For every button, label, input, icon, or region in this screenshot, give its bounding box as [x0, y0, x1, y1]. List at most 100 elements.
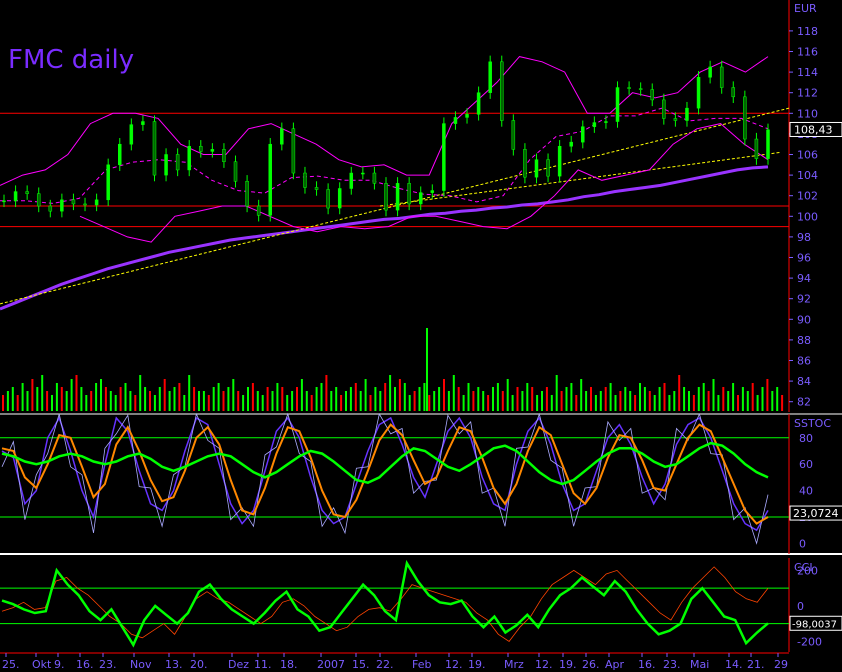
- volume-bar: [467, 383, 470, 411]
- volume-bar: [139, 375, 142, 411]
- volume-bar: [521, 391, 524, 411]
- candle-body: [256, 205, 261, 216]
- volume-bar: [496, 383, 499, 411]
- x-tick-label: 2007: [317, 658, 345, 671]
- price-tick-label: 112: [797, 87, 818, 100]
- volume-bar: [658, 387, 661, 411]
- volume-bar: [193, 387, 196, 411]
- candle-body: [766, 129, 770, 159]
- volume-bar: [134, 395, 137, 411]
- volume-bar: [158, 387, 161, 411]
- candle-body: [673, 118, 678, 121]
- candle-body: [638, 88, 643, 90]
- volume-bar: [516, 387, 519, 411]
- candle-body: [592, 122, 597, 127]
- volume-bar: [109, 391, 112, 411]
- volume-bar: [580, 379, 583, 411]
- x-tick-label: Mai: [690, 658, 709, 671]
- volume-bar: [26, 391, 29, 411]
- candle-body: [199, 146, 203, 152]
- volume-bar: [212, 387, 215, 411]
- volume-bar: [129, 391, 132, 411]
- candle-body: [94, 199, 99, 206]
- candle-body: [164, 154, 168, 176]
- price-tick-label: 84: [797, 375, 811, 388]
- volume-bar: [114, 395, 117, 411]
- candle-body: [523, 149, 527, 178]
- candle-body: [395, 183, 400, 211]
- price-tick-label: 98: [797, 231, 811, 244]
- x-tick-label: 15.: [352, 658, 370, 671]
- volume-bar: [570, 383, 573, 411]
- volume-bar: [90, 391, 93, 411]
- cci-tick-label: -200: [797, 635, 822, 648]
- volume-bar: [756, 395, 759, 411]
- volume-bar: [599, 391, 602, 411]
- volume-bar: [369, 395, 372, 411]
- cci-label: CCI: [794, 561, 813, 574]
- candle-body: [280, 128, 284, 145]
- volume-bar: [202, 391, 205, 411]
- x-tick-label: 21.: [747, 658, 765, 671]
- x-tick-label: Nov: [130, 658, 152, 671]
- volume-bar: [492, 387, 494, 411]
- candle-body: [488, 61, 492, 93]
- x-tick-label: 16.: [76, 658, 94, 671]
- candle-body: [743, 96, 747, 140]
- volume-bar: [722, 387, 725, 411]
- volume-bar: [683, 387, 686, 411]
- volume-bar: [771, 391, 774, 411]
- volume-bar: [555, 375, 558, 411]
- bollinger-mid: [0, 107, 769, 204]
- x-tick-label: 14.: [725, 658, 743, 671]
- candle-body: [430, 190, 435, 193]
- volume-bar: [604, 387, 607, 411]
- chart-svg: 8284868890929496981001021041061081101121…: [0, 0, 842, 671]
- volume-bar: [65, 391, 68, 411]
- volume-bar: [389, 375, 392, 411]
- volume-bar: [614, 395, 617, 411]
- cci-tick-label: 0: [797, 600, 804, 613]
- volume-bar: [418, 387, 421, 411]
- volume-bar: [349, 387, 352, 411]
- volume-bar: [242, 395, 245, 411]
- price-tick-label: 100: [797, 210, 818, 223]
- price-tick-label: 88: [797, 334, 811, 347]
- candle-body: [662, 99, 666, 119]
- candle-body: [731, 87, 736, 98]
- x-tick-label: 29: [774, 658, 788, 671]
- volume-bar: [168, 391, 171, 411]
- volume-bar: [536, 395, 539, 411]
- volume-bar: [70, 379, 73, 411]
- last-price-label: 108,43: [794, 123, 833, 136]
- volume-bar: [457, 387, 460, 411]
- stoch-tick-label: 40: [799, 485, 813, 498]
- volume-bar: [251, 383, 254, 411]
- volume-bar: [526, 383, 529, 411]
- candle-body: [546, 159, 550, 177]
- volume-bar: [198, 391, 200, 411]
- candle-body: [511, 120, 516, 150]
- volume-bar: [692, 395, 695, 411]
- volume-bar: [21, 383, 24, 411]
- x-tick-label: 22.: [376, 658, 394, 671]
- candle-body: [453, 117, 458, 124]
- candle-body: [118, 143, 122, 166]
- volume-bar: [281, 387, 284, 411]
- cci-line: [1, 559, 769, 648]
- volume-bar: [374, 387, 377, 411]
- volume-bar: [100, 379, 102, 411]
- candle-body: [476, 92, 481, 115]
- volume-bar: [634, 395, 637, 411]
- volume-bar: [413, 391, 416, 411]
- volume-bar: [506, 379, 509, 411]
- volume-bar: [447, 391, 450, 411]
- volume-bar: [462, 395, 465, 411]
- volume-bar: [403, 383, 406, 411]
- volume-bar: [55, 383, 58, 411]
- volume-bar: [531, 387, 534, 411]
- volume-bar: [266, 387, 269, 411]
- candle-body: [557, 146, 562, 177]
- price-tick-label: 110: [797, 107, 818, 120]
- candle-body: [685, 107, 689, 121]
